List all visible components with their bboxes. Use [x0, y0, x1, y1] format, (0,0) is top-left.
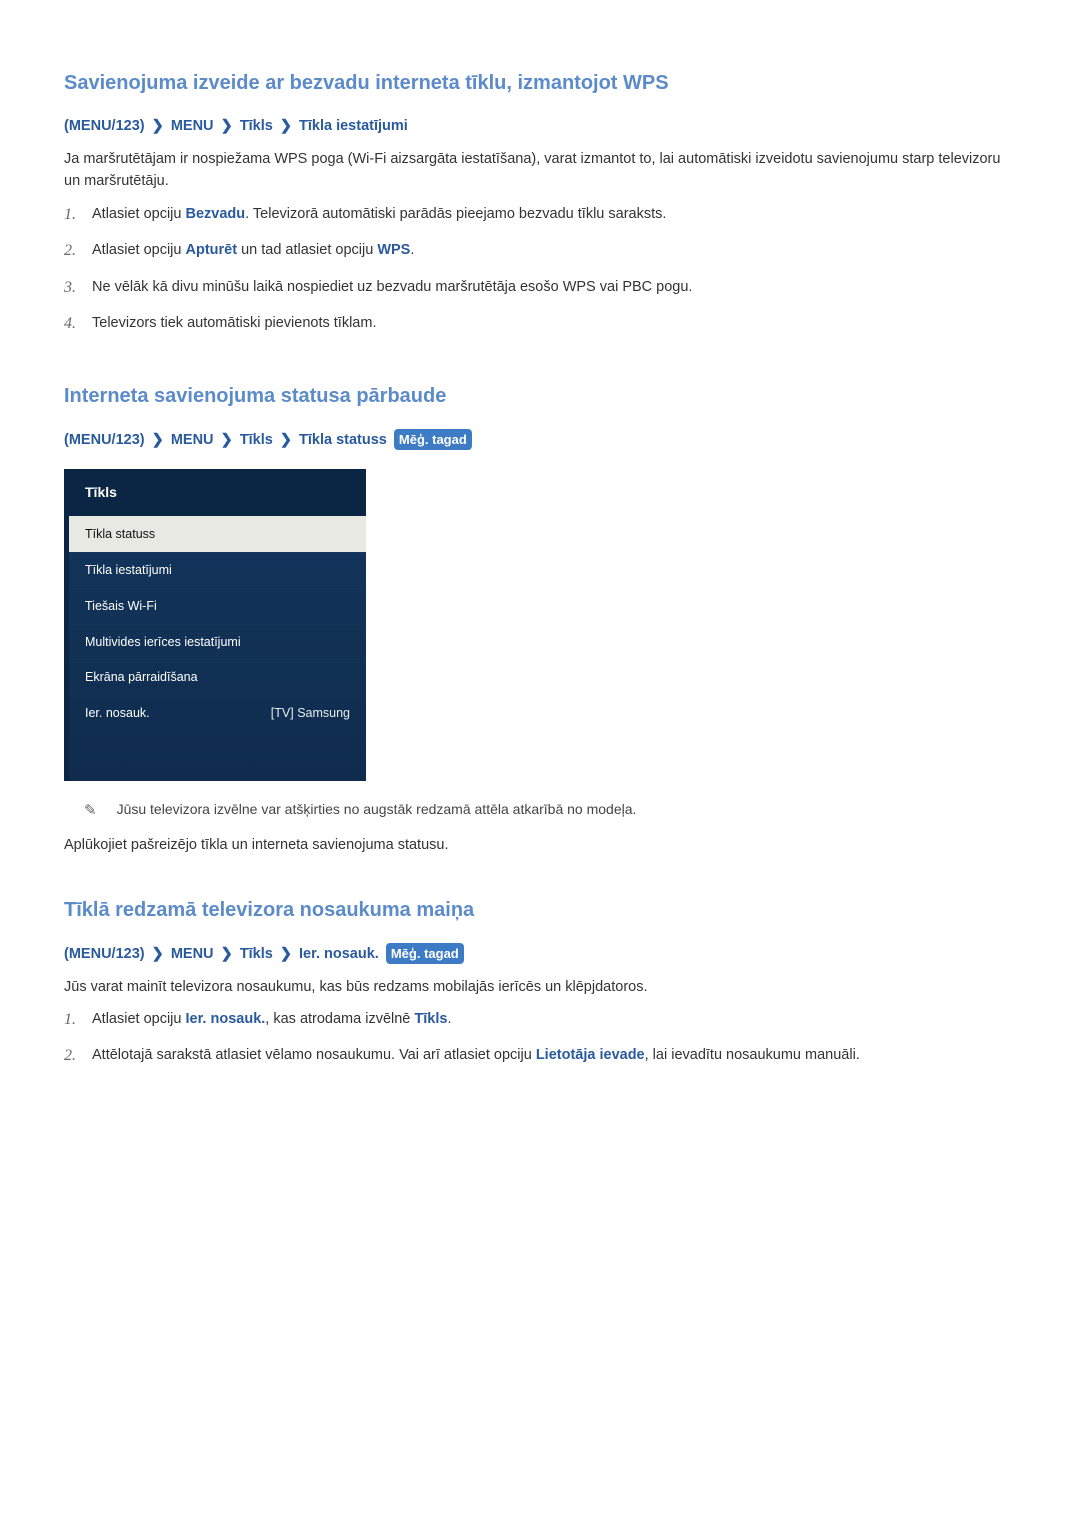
step-text-pre: Atlasiet opciju: [92, 206, 186, 222]
menu-item[interactable]: Multivides ierīces iestatījumi: [69, 624, 366, 660]
step-number: 2.: [64, 1044, 76, 1069]
steps-list: 1. Atlasiet opciju Bezvadu. Televizorā a…: [64, 203, 1016, 335]
bc-last: Tīkla statuss: [299, 432, 387, 448]
menu-item-label: Tīkla statuss: [85, 525, 155, 544]
try-now-badge: Mēģ. tagad: [394, 429, 472, 451]
section-wps: Savienojuma izveide ar bezvadu interneta…: [64, 68, 1016, 335]
step-number: 4.: [64, 312, 76, 337]
try-now-badge: Mēģ. tagad: [386, 943, 464, 965]
tv-menu-panel: Tīkls Tīkla statuss Tīkla iestatījumi Tieš…: [64, 469, 366, 781]
chevron-right-icon: ❯: [280, 430, 292, 452]
menu-item[interactable]: Tiešais Wi-Fi: [69, 588, 366, 624]
menu-item[interactable]: Tīkla iestatījumi: [69, 552, 366, 588]
body-text: Aplūkojiet pašreizējo tīkla un interneta…: [64, 834, 1016, 856]
step-text-post: , lai ievadītu nosaukumu manuāli.: [645, 1047, 860, 1063]
breadcrumb: (MENU/123) ❯ MENU ❯ Tīkls ❯ Tīkla status…: [64, 429, 1016, 452]
step-item: 2. Attēlotajā sarakstā atlasiet vēlamo n…: [92, 1044, 1016, 1066]
step-text-pre: Attēlotajā sarakstā atlasiet vēlamo nosa…: [92, 1047, 536, 1063]
menu-item[interactable]: Tīkla statuss: [69, 516, 366, 552]
menu-spacer: [69, 731, 366, 781]
breadcrumb: (MENU/123) ❯ MENU ❯ Tīkls ❯ Tīkla iestat…: [64, 116, 1016, 138]
step-text-mid: un tad atlasiet opciju: [237, 242, 377, 258]
section-status: Interneta savienojuma statusa pārbaude (…: [64, 381, 1016, 857]
chevron-right-icon: ❯: [221, 430, 233, 452]
chevron-right-icon: ❯: [280, 944, 292, 966]
menu-item-value: [TV] Samsung: [271, 704, 350, 723]
step-bold2: WPS: [377, 242, 410, 258]
step-bold2: Tīkls: [414, 1011, 447, 1027]
section-rename: Tīklā redzamā televizora nosaukuma maiņa…: [64, 895, 1016, 1067]
bc-menu: MENU: [171, 946, 214, 962]
step-bold: Apturēt: [186, 242, 238, 258]
bc-tikls: Tīkls: [240, 946, 273, 962]
bc-menunum: MENU/123: [69, 118, 140, 134]
menu-item[interactable]: Ier. nosauk. [TV] Samsung: [69, 695, 366, 731]
step-text-post: . Televizorā automātiski parādās pieejam…: [245, 206, 666, 222]
steps-list: 1. Atlasiet opciju Ier. nosauk., kas atr…: [64, 1008, 1016, 1067]
chevron-right-icon: ❯: [221, 116, 233, 138]
bc-tikls: Tīkls: [240, 432, 273, 448]
section-title: Interneta savienojuma statusa pārbaude: [64, 381, 1016, 411]
bc-menunum: MENU/123: [69, 432, 140, 448]
note: ✎ Jūsu televizora izvēlne var atšķirties…: [64, 799, 1016, 823]
section-title: Savienojuma izveide ar bezvadu interneta…: [64, 68, 1016, 98]
bc-last: Ier. nosauk.: [299, 946, 379, 962]
step-item: 3. Ne vēlāk kā divu minūšu laikā nospied…: [92, 276, 1016, 298]
menu-item-label: Ier. nosauk.: [85, 704, 150, 723]
menu-item-label: Multivides ierīces iestatījumi: [85, 633, 241, 652]
body-text: Jūs varat mainīt televizora nosaukumu, k…: [64, 976, 1016, 998]
section-title: Tīklā redzamā televizora nosaukuma maiņa: [64, 895, 1016, 925]
note-text: Jūsu televizora izvēlne var atšķirties n…: [117, 799, 637, 823]
menu-item-label: Tiešais Wi-Fi: [85, 597, 157, 616]
step-bold: Ier. nosauk.: [186, 1011, 266, 1027]
breadcrumb: (MENU/123) ❯ MENU ❯ Tīkls ❯ Ier. nosauk.…: [64, 943, 1016, 966]
bc-tikls: Tīkls: [240, 118, 273, 134]
menu-item-label: Ekrāna pārraidīšana: [85, 668, 198, 687]
bc-last: Tīkla iestatījumi: [299, 118, 408, 134]
paren-close: ): [140, 118, 145, 134]
paren-close: ): [140, 432, 145, 448]
step-text-mid: , kas atrodama izvēlnē: [265, 1011, 414, 1027]
pencil-icon: ✎: [84, 800, 97, 823]
panel-title: Tīkls: [69, 469, 366, 516]
step-number: 1.: [64, 203, 76, 228]
step-number: 2.: [64, 239, 76, 264]
chevron-right-icon: ❯: [152, 116, 164, 138]
step-bold: Bezvadu: [186, 206, 246, 222]
step-item: 1. Atlasiet opciju Ier. nosauk., kas atr…: [92, 1008, 1016, 1030]
step-text: Ne vēlāk kā divu minūšu laikā nospiediet…: [92, 279, 692, 295]
chevron-right-icon: ❯: [152, 944, 164, 966]
step-number: 3.: [64, 276, 76, 301]
step-number: 1.: [64, 1008, 76, 1033]
chevron-right-icon: ❯: [152, 430, 164, 452]
step-text-pre: Atlasiet opciju: [92, 1011, 186, 1027]
step-bold: Lietotāja ievade: [536, 1047, 645, 1063]
menu-item[interactable]: Ekrāna pārraidīšana: [69, 659, 366, 695]
step-item: 1. Atlasiet opciju Bezvadu. Televizorā a…: [92, 203, 1016, 225]
bc-menunum: MENU/123: [69, 946, 140, 962]
chevron-right-icon: ❯: [280, 116, 292, 138]
step-item: 2. Atlasiet opciju Apturēt un tad atlasi…: [92, 239, 1016, 261]
step-text: Televizors tiek automātiski pievienots t…: [92, 315, 376, 331]
step-text-pre: Atlasiet opciju: [92, 242, 186, 258]
intro-text: Ja maršrutētājam ir nospiežama WPS poga …: [64, 148, 1016, 193]
step-text-post: .: [410, 242, 414, 258]
chevron-right-icon: ❯: [221, 944, 233, 966]
bc-menu: MENU: [171, 118, 214, 134]
menu-item-label: Tīkla iestatījumi: [85, 561, 172, 580]
step-text-post: .: [447, 1011, 451, 1027]
paren-close: ): [140, 946, 145, 962]
bc-menu: MENU: [171, 432, 214, 448]
step-item: 4. Televizors tiek automātiski pievienot…: [92, 312, 1016, 334]
